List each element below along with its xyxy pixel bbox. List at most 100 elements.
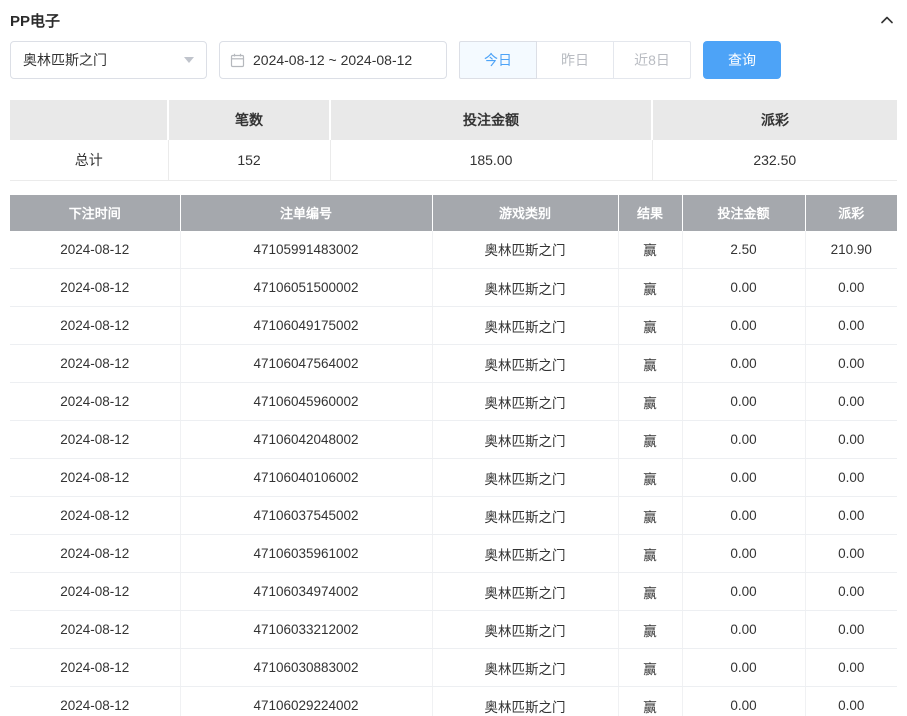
- bet-time-cell: 2024-08-12: [10, 610, 181, 649]
- detail-header-bet-time: 下注时间: [10, 194, 181, 231]
- panel-header: PP电子: [10, 0, 897, 30]
- detail-header-bet-amount: 投注金额: [682, 194, 806, 231]
- bet-time-cell: 2024-08-12: [10, 306, 181, 345]
- bet-amount-cell: 0.00: [682, 344, 806, 383]
- bet-amount-cell: 0.00: [682, 306, 806, 345]
- bet-amount-cell: 0.00: [682, 686, 806, 716]
- table-row: 2024-08-12 47106033212002 奥林匹斯之门 赢 0.00 …: [10, 610, 897, 649]
- table-row: 2024-08-12 47106045960002 奥林匹斯之门 赢 0.00 …: [10, 382, 897, 421]
- bet-time-cell: 2024-08-12: [10, 344, 181, 383]
- result-cell: 赢: [618, 686, 683, 716]
- game-type-cell: 奥林匹斯之门: [432, 572, 619, 611]
- payout-cell: 0.00: [805, 610, 897, 649]
- game-type-cell: 奥林匹斯之门: [432, 382, 619, 421]
- date-range-value: 2024-08-12 ~ 2024-08-12: [253, 52, 413, 68]
- bet-id-cell: 47106042048002: [180, 420, 433, 459]
- table-row: 2024-08-12 47106030883002 奥林匹斯之门 赢 0.00 …: [10, 648, 897, 687]
- result-cell: 赢: [618, 344, 683, 383]
- summary-total-payout: 232.50: [652, 140, 897, 181]
- bet-id-cell: 47106040106002: [180, 458, 433, 497]
- bet-amount-cell: 0.00: [682, 534, 806, 573]
- result-cell: 赢: [618, 458, 683, 497]
- game-type-cell: 奥林匹斯之门: [432, 344, 619, 383]
- filter-bar: 奥林匹斯之门 2024-08-12 ~ 2024-08-12 今日 昨日 近8日…: [10, 40, 897, 80]
- table-row: 2024-08-12 47106042048002 奥林匹斯之门 赢 0.00 …: [10, 420, 897, 459]
- detail-header-row: 下注时间 注单编号 游戏类别 结果 投注金额 派彩: [10, 194, 897, 231]
- bet-time-cell: 2024-08-12: [10, 648, 181, 687]
- bet-id-cell: 47106047564002: [180, 344, 433, 383]
- summary-total-label: 总计: [10, 140, 169, 181]
- result-cell: 赢: [618, 534, 683, 573]
- result-cell: 赢: [618, 382, 683, 421]
- bet-time-cell: 2024-08-12: [10, 496, 181, 535]
- bet-amount-cell: 0.00: [682, 610, 806, 649]
- chevron-down-icon: [184, 57, 194, 63]
- table-row: 2024-08-12 47106051500002 奥林匹斯之门 赢 0.00 …: [10, 268, 897, 307]
- result-cell: 赢: [618, 610, 683, 649]
- bet-id-cell: 47106029224002: [180, 686, 433, 716]
- quick-date-group: 今日 昨日 近8日: [459, 41, 691, 79]
- calendar-icon: [230, 53, 245, 68]
- summary-total-count: 152: [168, 140, 331, 181]
- bet-time-cell: 2024-08-12: [10, 230, 181, 269]
- bet-amount-cell: 0.00: [682, 572, 806, 611]
- game-type-cell: 奥林匹斯之门: [432, 686, 619, 716]
- result-cell: 赢: [618, 572, 683, 611]
- today-button[interactable]: 今日: [459, 41, 537, 79]
- summary-table: 笔数 投注金额 派彩 总计 152 185.00 232.50: [10, 100, 897, 181]
- result-cell: 赢: [618, 496, 683, 535]
- bet-amount-cell: 0.00: [682, 496, 806, 535]
- game-type-cell: 奥林匹斯之门: [432, 306, 619, 345]
- payout-cell: 210.90: [805, 230, 897, 269]
- date-range-input[interactable]: 2024-08-12 ~ 2024-08-12: [219, 41, 447, 79]
- yesterday-button[interactable]: 昨日: [536, 41, 614, 79]
- game-type-cell: 奥林匹斯之门: [432, 534, 619, 573]
- table-row: 2024-08-12 47106049175002 奥林匹斯之门 赢 0.00 …: [10, 306, 897, 345]
- summary-header-payout: 派彩: [652, 100, 897, 140]
- bet-id-cell: 47106049175002: [180, 306, 433, 345]
- table-row: 2024-08-12 47105991483002 奥林匹斯之门 赢 2.50 …: [10, 230, 897, 269]
- bet-id-cell: 47106051500002: [180, 268, 433, 307]
- result-cell: 赢: [618, 648, 683, 687]
- result-cell: 赢: [618, 306, 683, 345]
- table-row: 2024-08-12 47106034974002 奥林匹斯之门 赢 0.00 …: [10, 572, 897, 611]
- bet-amount-cell: 0.00: [682, 648, 806, 687]
- bet-time-cell: 2024-08-12: [10, 572, 181, 611]
- game-type-cell: 奥林匹斯之门: [432, 420, 619, 459]
- bet-id-cell: 47106035961002: [180, 534, 433, 573]
- detail-table-body: 2024-08-12 47105991483002 奥林匹斯之门 赢 2.50 …: [10, 230, 897, 716]
- payout-cell: 0.00: [805, 572, 897, 611]
- result-cell: 赢: [618, 268, 683, 307]
- result-cell: 赢: [618, 230, 683, 269]
- detail-header-payout: 派彩: [805, 194, 897, 231]
- table-row: 2024-08-12 47106029224002 奥林匹斯之门 赢 0.00 …: [10, 686, 897, 716]
- detail-header-game-type: 游戏类别: [432, 194, 619, 231]
- summary-header-count: 笔数: [168, 100, 331, 140]
- payout-cell: 0.00: [805, 648, 897, 687]
- last-8-days-button[interactable]: 近8日: [613, 41, 691, 79]
- bet-amount-cell: 0.00: [682, 458, 806, 497]
- page-title: PP电子: [10, 12, 61, 30]
- bet-id-cell: 47106045960002: [180, 382, 433, 421]
- game-select[interactable]: 奥林匹斯之门: [10, 41, 207, 79]
- payout-cell: 0.00: [805, 382, 897, 421]
- table-row: 2024-08-12 47106037545002 奥林匹斯之门 赢 0.00 …: [10, 496, 897, 535]
- table-row: 2024-08-12 47106047564002 奥林匹斯之门 赢 0.00 …: [10, 344, 897, 383]
- query-button[interactable]: 查询: [703, 41, 781, 79]
- bet-time-cell: 2024-08-12: [10, 382, 181, 421]
- summary-total-bet-amount: 185.00: [330, 140, 653, 181]
- payout-cell: 0.00: [805, 686, 897, 716]
- bet-id-cell: 47106034974002: [180, 572, 433, 611]
- summary-header-empty: [10, 100, 169, 140]
- game-select-value: 奥林匹斯之门: [23, 52, 107, 68]
- bet-time-cell: 2024-08-12: [10, 534, 181, 573]
- detail-table: 下注时间 注单编号 游戏类别 结果 投注金额 派彩 2024-08-12 471…: [10, 194, 897, 716]
- payout-cell: 0.00: [805, 496, 897, 535]
- payout-cell: 0.00: [805, 344, 897, 383]
- bet-amount-cell: 0.00: [682, 268, 806, 307]
- game-type-cell: 奥林匹斯之门: [432, 648, 619, 687]
- payout-cell: 0.00: [805, 306, 897, 345]
- chevron-up-icon[interactable]: [877, 10, 897, 30]
- payout-cell: 0.00: [805, 268, 897, 307]
- bet-time-cell: 2024-08-12: [10, 420, 181, 459]
